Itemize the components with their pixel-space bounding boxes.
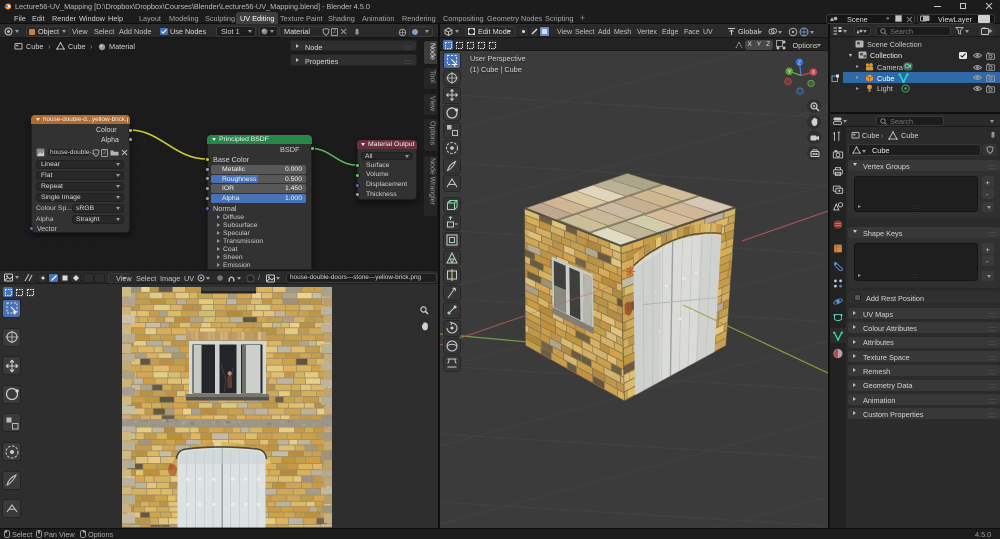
svg-text:Y: Y (787, 70, 791, 76)
svg-text:X: X (812, 70, 816, 76)
